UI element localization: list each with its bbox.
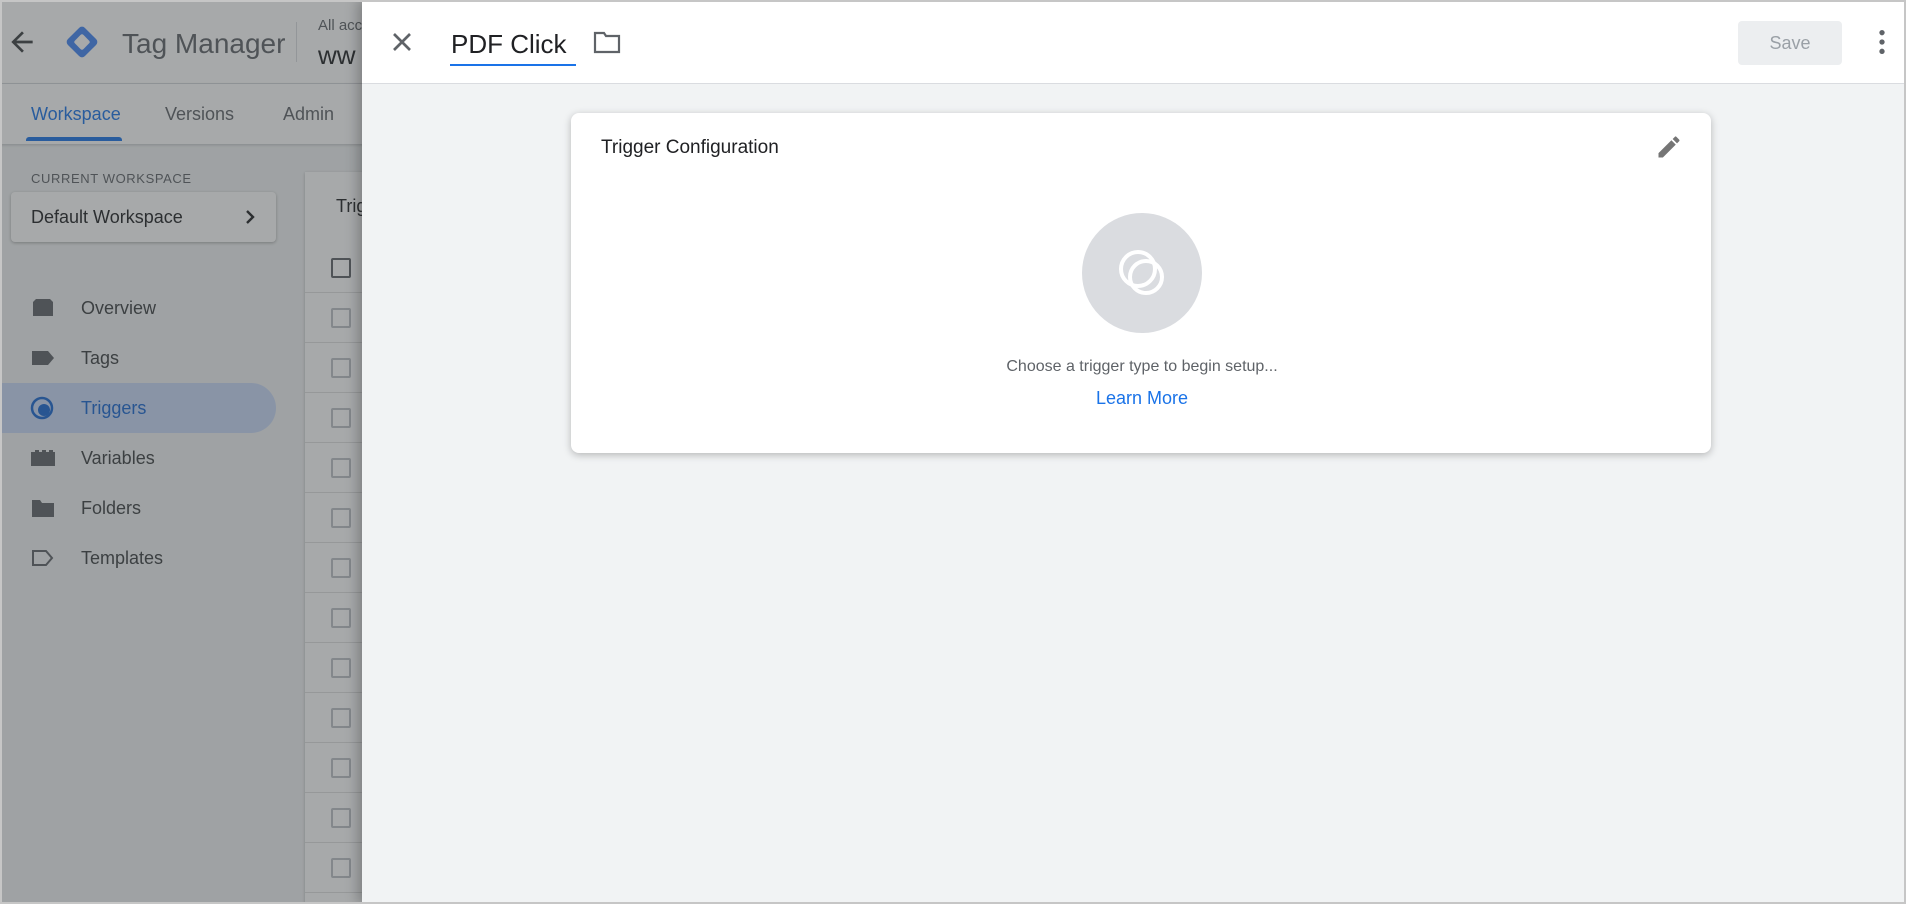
panel-header: PDF Click Save bbox=[362, 0, 1906, 84]
trigger-configuration-card[interactable]: Trigger Configuration Choose a trigger t… bbox=[571, 113, 1711, 453]
trigger-type-hint: Choose a trigger type to begin setup... bbox=[1006, 358, 1278, 375]
trigger-name-input[interactable]: PDF Click bbox=[450, 24, 576, 66]
folder-outline-icon[interactable] bbox=[592, 28, 622, 56]
pencil-edit-icon[interactable] bbox=[1655, 133, 1683, 161]
trigger-editor-panel: PDF Click Save Trigger Configuration Cho… bbox=[362, 0, 1906, 904]
close-icon[interactable] bbox=[386, 26, 418, 58]
trigger-name-value: PDF Click bbox=[451, 29, 567, 59]
trigger-type-placeholder-icon[interactable] bbox=[1082, 213, 1202, 333]
trigger-configuration-title: Trigger Configuration bbox=[601, 137, 779, 158]
more-vert-icon[interactable] bbox=[1866, 26, 1898, 58]
save-button[interactable]: Save bbox=[1738, 21, 1842, 65]
learn-more-link[interactable]: Learn More bbox=[571, 388, 1713, 409]
